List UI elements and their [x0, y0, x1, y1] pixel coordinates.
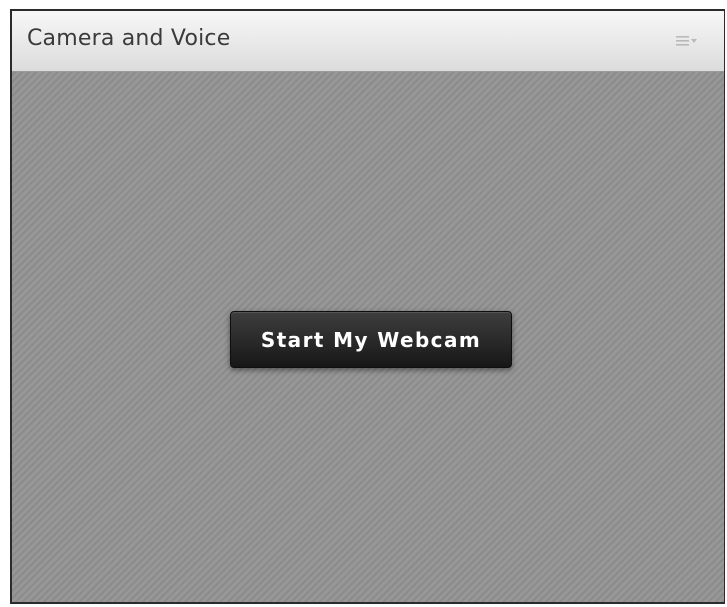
pod-options-menu-icon[interactable]	[676, 34, 698, 48]
camera-video-area: Start My Webcam	[12, 72, 724, 602]
pod-title: Camera and Voice	[27, 26, 231, 51]
camera-and-voice-pod: Camera and Voice Start My Webcam	[10, 9, 725, 604]
pod-header: Camera and Voice	[12, 11, 724, 72]
menu-lines-icon	[676, 36, 697, 46]
start-my-webcam-button[interactable]: Start My Webcam	[230, 311, 512, 368]
